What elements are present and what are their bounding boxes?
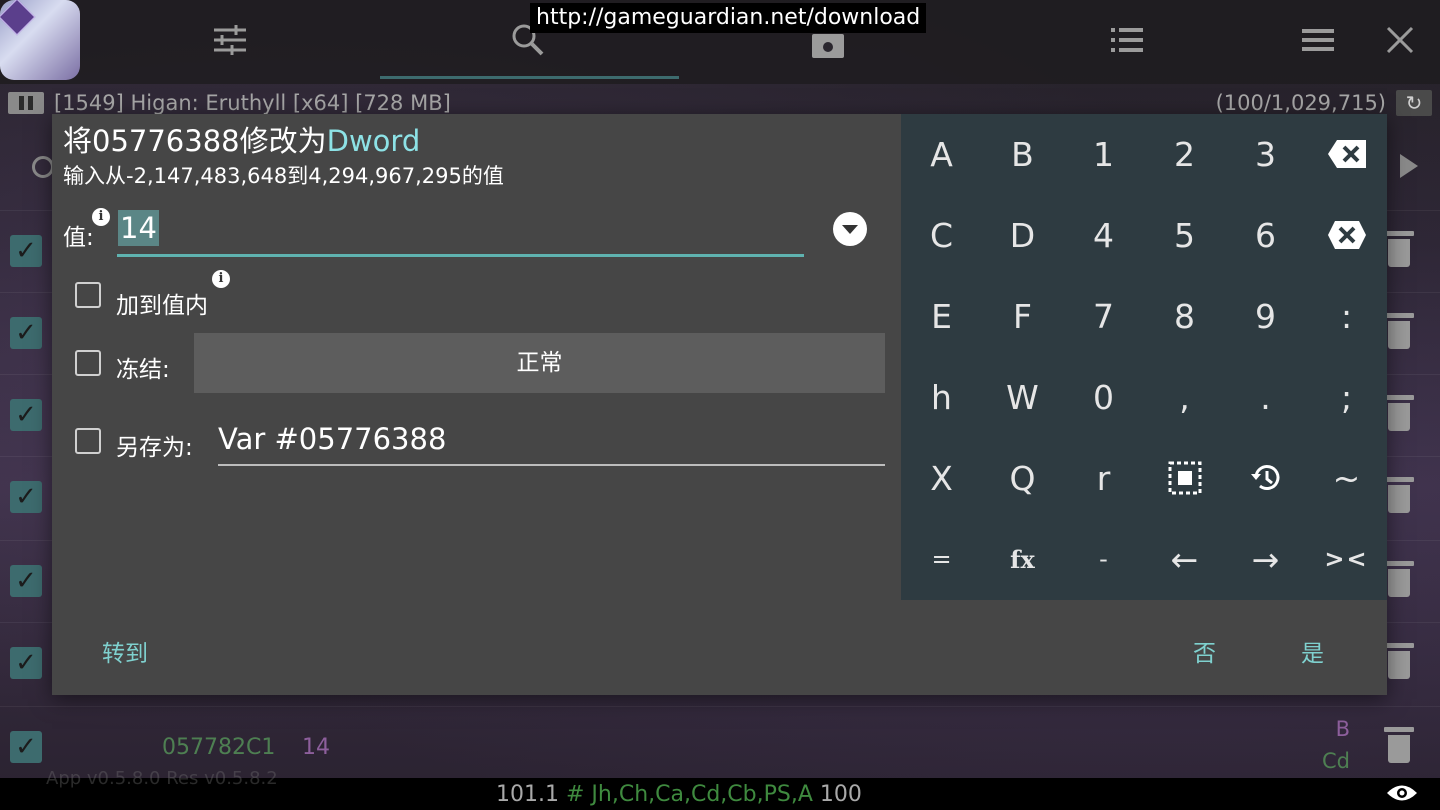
key-B[interactable]: B: [982, 114, 1063, 195]
key-fx[interactable]: fx: [982, 519, 1063, 600]
key-A[interactable]: A: [901, 114, 982, 195]
row-checkbox[interactable]: ✓: [10, 731, 42, 763]
refresh-icon[interactable]: ↻: [1396, 90, 1432, 116]
key-period[interactable]: .: [1225, 357, 1306, 438]
info-icon[interactable]: i: [92, 208, 110, 226]
key-semicolon[interactable]: ;: [1306, 357, 1387, 438]
key-5[interactable]: 5: [1144, 195, 1225, 276]
key-6[interactable]: 6: [1225, 195, 1306, 276]
row-value: 14: [302, 735, 330, 760]
key-0[interactable]: 0: [1063, 357, 1144, 438]
row-checkbox[interactable]: ✓: [10, 235, 42, 267]
pause-button[interactable]: [8, 92, 44, 114]
key-4[interactable]: 4: [1063, 195, 1144, 276]
key-equals[interactable]: =: [901, 519, 982, 600]
value-input[interactable]: [117, 208, 804, 257]
save-as-checkbox[interactable]: [75, 428, 101, 454]
trash-icon[interactable]: [1384, 727, 1414, 765]
eye-icon[interactable]: [1386, 782, 1418, 804]
trash-icon[interactable]: [1384, 643, 1414, 681]
play-icon[interactable]: [1400, 154, 1418, 178]
row-type-b: B: [1335, 717, 1350, 741]
info-icon[interactable]: i: [212, 270, 230, 288]
add-to-value-checkbox[interactable]: [75, 282, 101, 308]
bottom-status-text: 101.1 # Jh,Ch,Ca,Cd,Cb,PS,A 100: [496, 782, 862, 807]
backspace-icon[interactable]: [1306, 114, 1387, 195]
app-avatar[interactable]: [0, 0, 80, 80]
custom-keyboard: A B 1 2 3 C D 4 5 6 E F 7 8 9 : h W 0 , …: [901, 114, 1387, 600]
key-comma[interactable]: ,: [1144, 357, 1225, 438]
add-to-value-label: 加到值内: [116, 293, 208, 319]
key-F[interactable]: F: [982, 276, 1063, 357]
status-suffix: 100: [819, 782, 862, 807]
status-hash: #: [565, 782, 585, 807]
trash-icon[interactable]: [1384, 477, 1414, 515]
row-type-cd: Cd: [1322, 749, 1350, 773]
key-h[interactable]: h: [901, 357, 982, 438]
save-as-label: 另存为:: [116, 435, 193, 461]
key-9[interactable]: 9: [1225, 276, 1306, 357]
goto-button[interactable]: 转到: [102, 634, 148, 668]
key-7[interactable]: 7: [1063, 276, 1144, 357]
dialog-title: 将05776388修改为Dword: [63, 118, 420, 160]
freeze-label: 冻结:: [116, 357, 170, 383]
clear-icon[interactable]: [1306, 195, 1387, 276]
value-input-text[interactable]: 14: [118, 210, 159, 246]
key-E[interactable]: E: [901, 276, 982, 357]
freeze-mode-select[interactable]: 正常: [194, 333, 885, 393]
row-checkbox[interactable]: ✓: [10, 647, 42, 679]
key-left-arrow[interactable]: ←: [1144, 519, 1225, 600]
key-minus[interactable]: -: [1063, 519, 1144, 600]
freeze-checkbox[interactable]: [75, 350, 101, 376]
no-button[interactable]: 否: [1193, 634, 1216, 668]
row-checkbox[interactable]: ✓: [10, 481, 42, 513]
select-all-icon[interactable]: [1144, 438, 1225, 519]
key-2[interactable]: 2: [1144, 114, 1225, 195]
active-tab-indicator: [380, 76, 679, 79]
trash-icon[interactable]: [1384, 313, 1414, 351]
status-regions: Jh,Ch,Ca,Cd,Cb,PS,A: [591, 782, 813, 807]
status-prefix: 101.1: [496, 782, 559, 807]
key-1[interactable]: 1: [1063, 114, 1144, 195]
key-3[interactable]: 3: [1225, 114, 1306, 195]
overlay-url: http://gameguardian.net/download: [530, 3, 927, 33]
dialog-subtitle: 输入从-2,147,483,648到4,294,967,295的值: [63, 164, 504, 188]
key-X[interactable]: X: [901, 438, 982, 519]
chevron-down-icon[interactable]: [833, 212, 867, 246]
key-colon[interactable]: :: [1306, 276, 1387, 357]
saved-list-icon[interactable]: [1107, 20, 1147, 60]
key-Q[interactable]: Q: [982, 438, 1063, 519]
key-tilde[interactable]: ~: [1306, 438, 1387, 519]
close-icon[interactable]: [1380, 20, 1420, 60]
search-icon-background: [32, 156, 54, 178]
value-label: 值:: [63, 225, 94, 251]
key-right-arrow[interactable]: →: [1225, 519, 1306, 600]
version-text: App v0.5.8.0 Res v0.5.8.2: [46, 768, 278, 789]
key-C[interactable]: C: [901, 195, 982, 276]
trash-icon[interactable]: [1384, 395, 1414, 433]
row-checkbox[interactable]: ✓: [10, 565, 42, 597]
history-icon[interactable]: [1225, 438, 1306, 519]
row-checkbox[interactable]: ✓: [10, 317, 42, 349]
row-checkbox[interactable]: ✓: [10, 399, 42, 431]
save-as-input-text[interactable]: Var #05776388: [218, 422, 446, 456]
menu-icon[interactable]: [1298, 20, 1338, 60]
value-type-link[interactable]: Dword: [327, 124, 421, 158]
row-address: 057782C1: [162, 735, 276, 760]
key-W[interactable]: W: [982, 357, 1063, 438]
yes-button[interactable]: 是: [1301, 634, 1324, 668]
settings-sliders-icon[interactable]: [210, 20, 250, 60]
trash-icon[interactable]: [1384, 561, 1414, 599]
edit-value-dialog: 将05776388修改为Dword 输入从-2,147,483,648到4,29…: [52, 114, 1387, 695]
key-D[interactable]: D: [982, 195, 1063, 276]
title-text: 将05776388修改为: [63, 124, 327, 158]
key-collapse[interactable]: ><: [1306, 519, 1387, 600]
key-r[interactable]: r: [1063, 438, 1144, 519]
key-8[interactable]: 8: [1144, 276, 1225, 357]
trash-icon[interactable]: [1384, 231, 1414, 269]
